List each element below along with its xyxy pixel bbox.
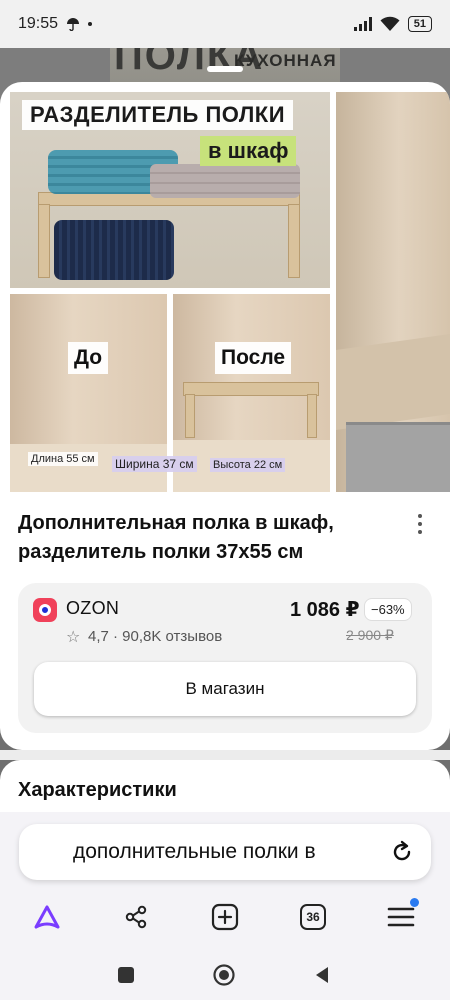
product-title: Дополнительная полка в шкаф, разделитель… (18, 512, 334, 563)
dot-icon (88, 22, 93, 26)
go-to-store-button[interactable]: В магазин (34, 662, 416, 716)
label-after: После (215, 342, 292, 374)
towel-stack-grey (150, 164, 300, 198)
towel-stack-navy (54, 220, 174, 280)
image-tile-towels: РАЗДЕЛИТЕЛЬ ПОЛКИ в шкаф (10, 92, 330, 288)
tabs-counter[interactable]: 36 (296, 900, 330, 934)
signal-icon (353, 17, 372, 31)
search-bar[interactable]: дополнительные полки в (19, 824, 431, 880)
image-banner-sub: в шкаф (200, 136, 297, 166)
more-options-icon[interactable] (410, 512, 430, 536)
dimension-length: Длина 55 см (28, 452, 98, 466)
refresh-icon[interactable] (389, 839, 415, 865)
system-nav-bar (0, 950, 450, 1000)
battery-icon: 51 (407, 16, 432, 32)
image-gallery[interactable]: РАЗДЕЛИТЕЛЬ ПОЛКИ в шкаф До Длина 55 см … (10, 92, 450, 492)
shelf-leg (38, 204, 50, 278)
old-price: 2 900 ₽ (346, 627, 394, 643)
back-icon[interactable] (309, 962, 335, 988)
characteristics-section[interactable]: Характеристики (0, 760, 450, 820)
menu-icon[interactable] (384, 898, 419, 934)
tabs-count: 36 (300, 904, 326, 930)
new-tab-icon[interactable] (208, 900, 242, 934)
dimension-height: Высота 22 см (210, 458, 286, 472)
status-time: 19:55 (18, 15, 59, 32)
store-name: OZON (66, 598, 120, 618)
star-icon: ☆ (66, 629, 81, 646)
browser-toolbar: 36 (0, 896, 450, 936)
share-icon[interactable] (119, 900, 153, 934)
characteristics-title: Характеристики (18, 779, 177, 801)
browser-bottom-panel: дополнительные полки в 36 (0, 812, 450, 950)
background-image-subtext: КУХОННАЯ (234, 51, 337, 70)
status-bar: 19:55 51 (0, 0, 450, 48)
product-image-main[interactable]: РАЗДЕЛИТЕЛЬ ПОЛКИ в шкаф До Длина 55 см … (10, 92, 330, 492)
ozon-logo-icon (33, 598, 57, 622)
image-banner: РАЗДЕЛИТЕЛЬ ПОЛКИ (22, 100, 294, 130)
recents-icon[interactable] (113, 962, 139, 988)
price: 1 086 ₽ (290, 599, 360, 621)
product-image-secondary[interactable] (336, 92, 450, 492)
home-icon[interactable] (211, 962, 237, 988)
product-sheet: РАЗДЕЛИТЕЛЬ ПОЛКИ в шкаф До Длина 55 см … (0, 82, 450, 750)
wifi-icon (380, 16, 400, 31)
discount-badge: −63% (364, 598, 412, 621)
label-before: До (68, 342, 109, 374)
alice-icon[interactable] (30, 900, 64, 934)
notification-badge (410, 898, 419, 907)
search-query[interactable]: дополнительные полки в (73, 840, 316, 864)
offer-card[interactable]: OZON ☆ 4,7 · 90,8K отзывов 1 086 ₽ −63% … (18, 583, 432, 733)
dimension-width: Ширина 37 см (112, 456, 197, 472)
store-rating: 4,7 · 90,8K отзывов (88, 628, 223, 645)
sheet-drag-handle[interactable] (207, 66, 243, 72)
umbrella-icon (67, 18, 80, 31)
shelf-leg (288, 204, 300, 278)
